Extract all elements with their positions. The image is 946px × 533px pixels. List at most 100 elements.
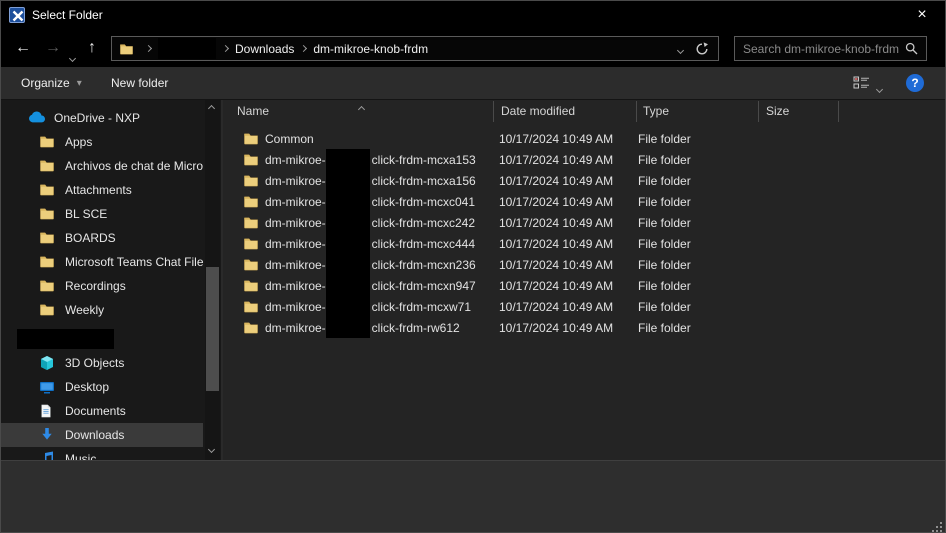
- sidebar-item[interactable]: 3D Objects: [1, 351, 203, 375]
- download-icon: [39, 427, 56, 443]
- file-row[interactable]: dm-mikroe-click-frdm-mcxc242 10/17/2024 …: [223, 212, 945, 233]
- new-folder-button[interactable]: New folder: [111, 67, 168, 99]
- file-row[interactable]: dm-mikroe-click-frdm-mcxc041 10/17/2024 …: [223, 191, 945, 212]
- footer-bar: Folder: Select Folder Cancel: [1, 460, 945, 532]
- search-input[interactable]: [743, 41, 901, 56]
- file-rows: Common 10/17/2024 10:49 AM File folder d…: [223, 123, 945, 338]
- folder-icon: [243, 152, 259, 168]
- folder-icon: [243, 278, 259, 294]
- folder-icon: [39, 278, 56, 294]
- toolbar: Organize ▾ New folder ?: [1, 67, 945, 100]
- folder-icon: [39, 158, 56, 174]
- organize-button[interactable]: Organize ▾: [21, 67, 82, 99]
- content-area: OneDrive - NXP Apps Archivos de chat de …: [1, 100, 945, 460]
- folder-icon: [243, 131, 259, 147]
- select-folder-dialog: Select Folder × ← → ↑ Downloads dm-mikro…: [0, 0, 946, 533]
- file-row[interactable]: dm-mikroe-click-frdm-mcxn236 10/17/2024 …: [223, 254, 945, 275]
- view-options-chevron-icon[interactable]: [875, 81, 884, 95]
- folder-icon: [39, 230, 56, 246]
- sidebar-item[interactable]: BL SCE: [1, 202, 203, 226]
- file-row[interactable]: dm-mikroe-click-frdm-mcxa156 10/17/2024 …: [223, 170, 945, 191]
- breadcrumb-segment[interactable]: [139, 38, 216, 59]
- file-row[interactable]: dm-mikroe-click-frdm-mcxc444 10/17/2024 …: [223, 233, 945, 254]
- breadcrumb-segment[interactable]: Downloads: [216, 42, 294, 56]
- breadcrumb-segment[interactable]: dm-mikroe-knob-frdm: [294, 42, 428, 56]
- recent-locations-chevron-icon[interactable]: [68, 50, 77, 64]
- sidebar-item[interactable]: BOARDS: [1, 226, 203, 250]
- sidebar-item[interactable]: Recordings: [1, 274, 203, 298]
- folder-icon: [243, 257, 259, 273]
- breadcrumb: Downloads dm-mikroe-knob-frdm: [139, 38, 428, 59]
- up-button[interactable]: ↑: [88, 40, 96, 56]
- scroll-up-icon[interactable]: [207, 104, 216, 113]
- file-row[interactable]: dm-mikroe-click-frdm-mcxn947 10/17/2024 …: [223, 275, 945, 296]
- redaction-box: [325, 317, 370, 338]
- back-button[interactable]: ←: [15, 40, 31, 56]
- sidebar-item[interactable]: Attachments: [1, 178, 203, 202]
- folder-icon: [39, 182, 56, 198]
- scrollbar-thumb[interactable]: [206, 267, 219, 391]
- sidebar-item[interactable]: OneDrive - NXP: [1, 106, 203, 130]
- redaction-box: [325, 275, 370, 296]
- sidebar-item[interactable]: Music: [1, 447, 203, 460]
- file-row[interactable]: dm-mikroe-click-frdm-mcxa153 10/17/2024 …: [223, 149, 945, 170]
- address-bar[interactable]: Downloads dm-mikroe-knob-frdm: [111, 36, 719, 61]
- chevron-right-icon: [300, 44, 308, 53]
- sidebar-item[interactable]: [1, 327, 203, 351]
- help-icon[interactable]: ?: [906, 74, 924, 92]
- folder-icon: [243, 320, 259, 336]
- redaction-box: [325, 191, 370, 212]
- redaction-box: [325, 170, 370, 191]
- sidebar-item[interactable]: Archivos de chat de Microsof: [1, 154, 203, 178]
- chevron-right-icon: [144, 44, 153, 53]
- column-header-size[interactable]: Size: [766, 104, 789, 118]
- window-title: Select Folder: [32, 8, 103, 22]
- folder-icon: [39, 302, 56, 318]
- title-bar: Select Folder ×: [1, 1, 945, 29]
- sidebar-item[interactable]: Documents: [1, 399, 203, 423]
- search-icon[interactable]: [905, 42, 918, 55]
- redaction-box: [325, 149, 370, 170]
- redaction-box: [325, 254, 370, 275]
- resize-grip[interactable]: [932, 522, 943, 532]
- sort-ascending-icon: [357, 101, 366, 115]
- sidebar-item[interactable]: Desktop: [1, 375, 203, 399]
- document-icon: [39, 403, 56, 419]
- sidebar-item[interactable]: Downloads: [1, 423, 203, 447]
- sidebar-item[interactable]: Weekly: [1, 298, 203, 322]
- folder-icon: [39, 134, 56, 150]
- address-dropdown-chevron-icon[interactable]: [676, 42, 685, 56]
- scroll-down-icon[interactable]: [207, 445, 216, 454]
- file-row[interactable]: dm-mikroe-click-frdm-mcxw71 10/17/2024 1…: [223, 296, 945, 317]
- sidebar: OneDrive - NXP Apps Archivos de chat de …: [1, 100, 221, 460]
- folder-icon: [243, 215, 259, 231]
- app-icon: [9, 7, 25, 23]
- cloud-icon: [28, 110, 45, 126]
- folder-icon: [243, 194, 259, 210]
- column-header-type[interactable]: Type: [643, 104, 669, 118]
- column-header-date-modified[interactable]: Date modified: [501, 104, 575, 118]
- cube-icon: [39, 355, 56, 371]
- column-header-name[interactable]: Name: [237, 104, 269, 118]
- music-icon: [39, 451, 56, 460]
- sidebar-item[interactable]: Apps: [1, 130, 203, 154]
- file-row[interactable]: Common 10/17/2024 10:49 AM File folder: [223, 128, 945, 149]
- sidebar-item[interactable]: Microsoft Teams Chat Files: [1, 250, 203, 274]
- chevron-down-icon: ▾: [76, 77, 82, 89]
- details-view-icon[interactable]: [853, 76, 871, 91]
- chevron-right-icon: [221, 44, 230, 53]
- redaction-box: [325, 212, 370, 233]
- forward-button[interactable]: →: [45, 40, 61, 56]
- search-box: [734, 36, 927, 61]
- file-list: Name Date modified Type Size Common 10/1…: [223, 100, 945, 460]
- list-header: Name Date modified Type Size: [223, 100, 945, 123]
- file-row[interactable]: dm-mikroe-click-frdm-rw612 10/17/2024 10…: [223, 317, 945, 338]
- close-button[interactable]: ×: [899, 1, 945, 29]
- folder-icon: [243, 173, 259, 189]
- refresh-icon[interactable]: [695, 41, 709, 56]
- folder-icon: [119, 42, 134, 56]
- folder-icon: [243, 236, 259, 252]
- sidebar-scrollbar[interactable]: [205, 100, 220, 460]
- folder-icon: [39, 254, 56, 270]
- redaction-box: [325, 233, 370, 254]
